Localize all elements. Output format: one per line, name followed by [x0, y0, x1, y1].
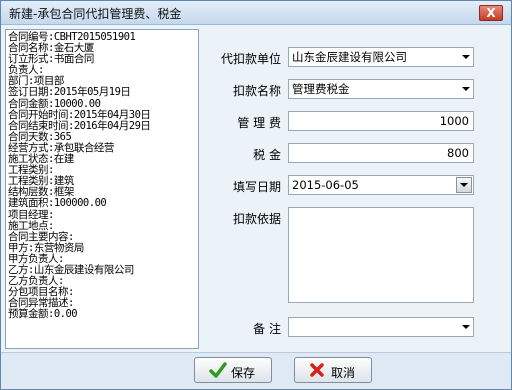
info-line: 项目经理:: [8, 208, 54, 221]
cancel-x-icon: [310, 363, 324, 377]
date-label: 填写日期: [232, 180, 281, 194]
tax-input[interactable]: 800: [288, 143, 474, 163]
check-icon: [209, 362, 227, 378]
item-value: 管理费税金: [292, 82, 350, 96]
info-line: 建筑面积:100000.00: [8, 197, 107, 210]
save-button[interactable]: 保存: [194, 357, 272, 383]
remark-label: 备 注: [253, 322, 281, 336]
basis-label: 扣款依据: [232, 212, 281, 226]
item-label: 扣款名称: [232, 84, 281, 98]
chevron-down-icon: [462, 55, 470, 59]
chevron-down-icon: [462, 325, 470, 329]
chevron-down-icon: [460, 183, 468, 187]
date-value: 2015-06-05: [292, 178, 359, 192]
cancel-button[interactable]: 取消: [294, 357, 372, 383]
tax-label: 税 金: [253, 148, 281, 162]
info-line: 签订日期:2015年05月19日: [8, 86, 131, 99]
window-title: 新建-承包合同代扣管理费、税金: [9, 7, 182, 21]
date-picker[interactable]: 2015-06-05: [288, 175, 474, 195]
title-bar: 新建-承包合同代扣管理费、税金 X: [1, 1, 511, 25]
chevron-down-icon: [462, 87, 470, 91]
basis-textarea[interactable]: [288, 207, 474, 303]
item-select[interactable]: 管理费税金: [288, 79, 474, 99]
close-button[interactable]: X: [479, 5, 503, 21]
company-select[interactable]: 山东金辰建设有限公司: [288, 47, 474, 67]
info-line: 合同金额:10000.00: [8, 97, 101, 110]
save-label: 保存: [231, 366, 256, 380]
company-value: 山东金辰建设有限公司: [292, 50, 407, 64]
info-line: 预算金额:0.00: [8, 308, 78, 321]
company-label: 代扣款单位: [220, 52, 281, 66]
close-icon: X: [486, 6, 496, 20]
contract-info-panel[interactable]: 合同编号:CBHT2015051901 合同名称:金石大厦 订立形式:书面合同 负责人…: [5, 29, 199, 349]
mgmt-fee-input[interactable]: 1000: [288, 111, 474, 131]
date-dropdown-button[interactable]: [456, 177, 472, 193]
dialog-window: 新建-承包合同代扣管理费、税金 X 合同编号:CBHT2015051901 合同名…: [0, 0, 512, 390]
remark-select[interactable]: [288, 317, 474, 337]
cancel-label: 取消: [331, 366, 356, 380]
mgmt-fee-label: 管 理 费: [237, 116, 281, 130]
